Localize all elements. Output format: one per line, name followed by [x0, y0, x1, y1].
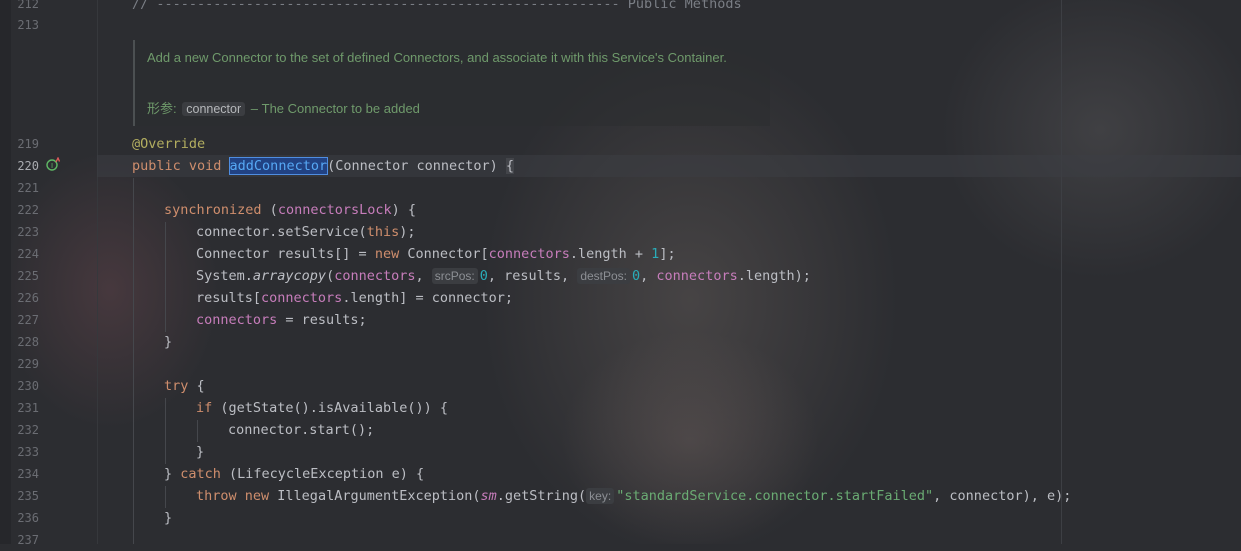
line-number: 237	[17, 533, 39, 547]
line-number: 226	[17, 291, 39, 305]
line-number: 232	[17, 423, 39, 437]
javadoc-param: 形参: connector – The Connector to be adde…	[147, 98, 420, 117]
line-number: 212	[17, 0, 39, 11]
code-line-220[interactable]: public void addConnector(Connector conne…	[132, 155, 515, 177]
code-line-219[interactable]: @Override	[132, 133, 205, 155]
code-line-232[interactable]: connector.start();	[228, 419, 374, 441]
line-number: 228	[17, 335, 39, 349]
code-line-222[interactable]: synchronized (connectorsLock) {	[164, 199, 416, 221]
method-name-selected: addConnector	[228, 157, 329, 175]
code-line-233[interactable]: }	[196, 441, 204, 463]
javadoc-description: Add a new Connector to the set of define…	[147, 50, 727, 65]
line-number-gutter[interactable]: 212 213 219 220 221 222 223 224 225 226 …	[11, 0, 97, 547]
code-line-225[interactable]: System.arraycopy(connectors, srcPos: 0, r…	[196, 265, 811, 287]
line-number: 235	[17, 489, 39, 503]
indent-guide	[165, 222, 166, 332]
implements-override-icon[interactable]: I	[46, 157, 60, 171]
line-number: 224	[17, 247, 39, 261]
line-number: 227	[17, 313, 39, 327]
line-number: 234	[17, 467, 39, 481]
line-number: 236	[17, 511, 39, 525]
code-line-224[interactable]: Connector results[] = new Connector[conn…	[196, 243, 676, 265]
javadoc-param-desc: – The Connector to be added	[250, 101, 420, 116]
gutter-separator	[97, 0, 98, 544]
param-hint-destpos: destPos:	[577, 268, 631, 284]
code-line-236[interactable]: }	[164, 507, 172, 529]
editor-left-edge	[0, 0, 11, 544]
line-number: 233	[17, 445, 39, 459]
line-number: 219	[17, 137, 39, 151]
code-line-234[interactable]: } catch (LifecycleException e) {	[164, 463, 424, 485]
section-comment: // -------------------------------------…	[132, 0, 742, 12]
line-number: 222	[17, 203, 39, 217]
code-line-235[interactable]: throw new IllegalArgumentException(sm.ge…	[196, 485, 1071, 507]
indent-guide	[165, 486, 166, 508]
line-number: 230	[17, 379, 39, 393]
indent-guide	[197, 420, 198, 442]
javadoc-param-tag: 形参:	[147, 101, 177, 116]
svg-text:I: I	[51, 162, 53, 170]
right-margin-guide	[1061, 0, 1062, 544]
line-number: 221	[17, 181, 39, 195]
rendered-javadoc[interactable]: Add a new Connector to the set of define…	[133, 40, 770, 126]
indent-guide	[133, 178, 134, 544]
code-line-228[interactable]: }	[164, 331, 172, 353]
code-line-227[interactable]: connectors = results;	[196, 309, 367, 331]
javadoc-param-name: connector	[182, 102, 246, 116]
indent-guide	[165, 398, 166, 464]
param-hint-srcpos: srcPos:	[431, 268, 478, 284]
param-hint-key: key:	[586, 488, 615, 504]
line-number-current: 220	[17, 159, 39, 173]
code-line-231[interactable]: if (getState().isAvailable()) {	[196, 397, 448, 419]
line-number: 213	[17, 18, 39, 32]
line-number: 223	[17, 225, 39, 239]
code-line-223[interactable]: connector.setService(this);	[196, 221, 415, 243]
code-line-226[interactable]: results[connectors.length] = connector;	[196, 287, 513, 309]
matched-brace: {	[505, 158, 515, 174]
line-number: 225	[17, 269, 39, 283]
line-number: 229	[17, 357, 39, 371]
code-line-230[interactable]: try {	[164, 375, 205, 397]
line-number: 231	[17, 401, 39, 415]
